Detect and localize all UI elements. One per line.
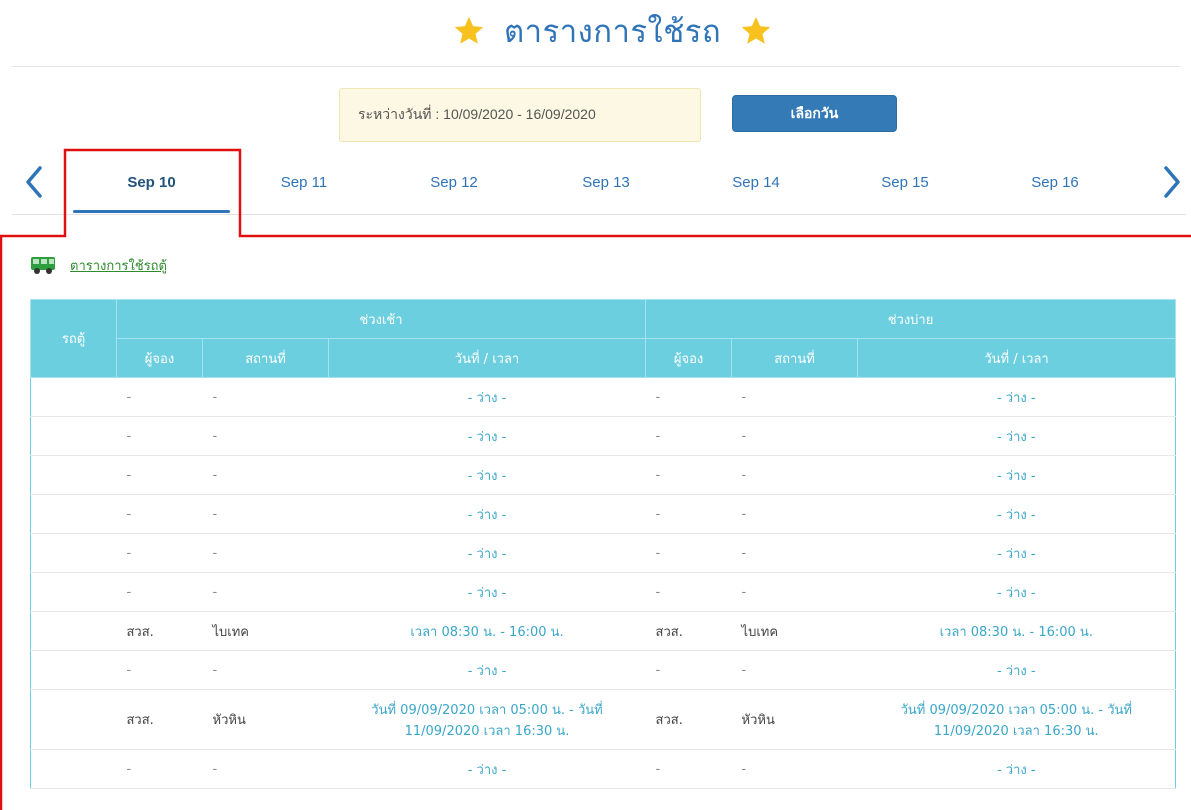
highlight-annotation [0,148,1191,810]
